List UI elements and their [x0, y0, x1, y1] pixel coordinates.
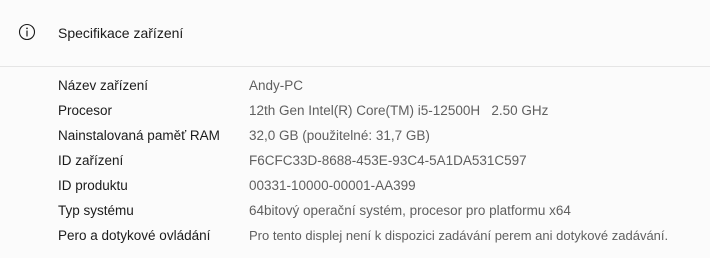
- row-system-type: Typ systému 64bitový operační systém, pr…: [0, 199, 710, 224]
- row-device-id: ID zařízení F6CFC33D-8688-453E-93C4-5A1D…: [0, 149, 710, 174]
- installed-ram-label: Nainstalovaná paměť RAM: [58, 128, 220, 143]
- row-installed-ram: Nainstalovaná paměť RAM 32,0 GB (použite…: [0, 124, 710, 149]
- product-id-value: 00331-10000-00001-AA399: [249, 178, 416, 193]
- system-type-value: 64bitový operační systém, procesor pro p…: [249, 203, 571, 218]
- section-title: Specifikace zařízení: [58, 25, 184, 41]
- installed-ram-value: 32,0 GB (použitelné: 31,7 GB): [249, 128, 430, 143]
- device-name-value: Andy-PC: [249, 78, 304, 93]
- processor-value: 12th Gen Intel(R) Core(TM) i5-12500H 2.5…: [249, 103, 549, 118]
- device-id-value: F6CFC33D-8688-453E-93C4-5A1DA531C597: [249, 153, 527, 168]
- row-processor: Procesor 12th Gen Intel(R) Core(TM) i5-1…: [0, 99, 710, 124]
- device-name-label: Název zařízení: [58, 78, 149, 93]
- row-pen-and-touch: Pero a dotykové ovládání Pro tento displ…: [0, 224, 710, 249]
- system-type-label: Typ systému: [58, 203, 134, 218]
- product-id-label: ID produktu: [58, 178, 128, 193]
- pen-and-touch-label: Pero a dotykové ovládání: [58, 228, 211, 243]
- row-device-name: Název zařízení Andy-PC: [0, 74, 710, 99]
- info-icon: [17, 22, 37, 42]
- device-specifications-card: Specifikace zařízení Název zařízení Andy…: [0, 0, 710, 258]
- device-specifications-header[interactable]: Specifikace zařízení: [0, 0, 710, 67]
- row-product-id: ID produktu 00331-10000-00001-AA399: [0, 174, 710, 199]
- processor-label: Procesor: [58, 103, 113, 118]
- properties-list: Název zařízení Andy-PC Procesor 12th Gen…: [0, 67, 710, 258]
- device-id-label: ID zařízení: [58, 153, 124, 168]
- pen-and-touch-value: Pro tento displej není k dispozici zadáv…: [249, 228, 669, 243]
